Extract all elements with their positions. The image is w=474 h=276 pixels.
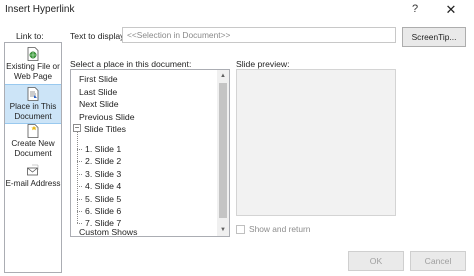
scroll-down-icon[interactable]: ▼ bbox=[219, 224, 227, 236]
place-tree-scrollbar[interactable]: ▲ ▼ bbox=[217, 70, 229, 236]
tree-branch bbox=[77, 174, 82, 175]
link-to-create-new-document[interactable]: Create New Document bbox=[5, 123, 61, 161]
screentip-button[interactable]: ScreenTip... bbox=[402, 27, 466, 47]
tree-branch bbox=[77, 223, 82, 224]
tree-item-slide-1[interactable]: 1. Slide 1 bbox=[85, 143, 121, 155]
close-button[interactable]: ✕ bbox=[443, 2, 459, 18]
link-to-existing-file-label: Existing File or Web Page bbox=[6, 62, 60, 81]
text-to-display-input[interactable]: <<Selection in Document>> bbox=[122, 27, 396, 43]
tree-item-slide-6[interactable]: 6. Slide 6 bbox=[85, 205, 121, 217]
tree-item-first-slide[interactable]: First Slide bbox=[79, 73, 118, 85]
email-icon bbox=[27, 164, 39, 178]
tree-item-slide-titles[interactable]: − Slide Titles bbox=[71, 123, 211, 135]
tree-item-slide-2[interactable]: 2. Slide 2 bbox=[85, 155, 121, 167]
document-place-icon bbox=[27, 87, 39, 101]
collapse-expander[interactable]: − bbox=[73, 124, 81, 132]
tree-item-slide-titles-label: Slide Titles bbox=[84, 124, 127, 134]
link-to-email-address-label: E-mail Address bbox=[5, 179, 61, 188]
tree-item-last-slide[interactable]: Last Slide bbox=[79, 86, 117, 98]
link-to-place-in-document-label: Place in This Document bbox=[9, 102, 57, 121]
ok-button[interactable]: OK bbox=[348, 251, 404, 271]
link-to-label: Link to: bbox=[16, 31, 44, 41]
tree-item-custom-shows[interactable]: Custom Shows bbox=[79, 226, 137, 236]
tree-item-slide-4[interactable]: 4. Slide 4 bbox=[85, 180, 121, 192]
dialog-title: Insert Hyperlink bbox=[5, 4, 75, 15]
title-bar: Insert Hyperlink ? ✕ bbox=[0, 0, 474, 22]
slide-preview-box bbox=[236, 69, 396, 216]
tree-item-slide-3[interactable]: 3. Slide 3 bbox=[85, 168, 121, 180]
help-button[interactable]: ? bbox=[408, 3, 422, 17]
tree-item-slide-5[interactable]: 5. Slide 5 bbox=[85, 193, 121, 205]
link-to-email-address[interactable]: E-mail Address bbox=[5, 163, 61, 191]
scroll-up-icon[interactable]: ▲ bbox=[219, 70, 227, 82]
tree-branch bbox=[77, 149, 82, 150]
show-and-return-label: Show and return bbox=[249, 224, 311, 234]
show-and-return-checkbox[interactable] bbox=[236, 225, 245, 234]
tree-item-next-slide[interactable]: Next Slide bbox=[79, 98, 119, 110]
tree-branch bbox=[77, 186, 82, 187]
tree-branch bbox=[77, 211, 82, 212]
cancel-button[interactable]: Cancel bbox=[410, 251, 466, 271]
tree-branch bbox=[77, 199, 82, 200]
new-document-icon bbox=[27, 124, 39, 138]
place-tree[interactable]: First Slide Last Slide Next Slide Previo… bbox=[70, 69, 230, 237]
tree-guide-line bbox=[77, 130, 78, 223]
select-place-label: Select a place in this document: bbox=[70, 59, 192, 69]
globe-file-icon bbox=[27, 47, 39, 61]
tree-branch bbox=[77, 161, 82, 162]
show-and-return-option[interactable]: Show and return bbox=[236, 224, 396, 236]
link-to-place-in-document[interactable]: Place in This Document bbox=[5, 84, 61, 124]
link-to-panel: Existing File or Web Page Place in This … bbox=[4, 42, 62, 273]
slide-preview-label: Slide preview: bbox=[236, 59, 290, 69]
tree-item-previous-slide[interactable]: Previous Slide bbox=[79, 111, 135, 123]
link-to-create-new-document-label: Create New Document bbox=[11, 139, 55, 158]
text-to-display-label: Text to display: bbox=[70, 31, 127, 41]
scroll-thumb[interactable] bbox=[219, 83, 227, 218]
link-to-existing-file[interactable]: Existing File or Web Page bbox=[5, 45, 61, 83]
